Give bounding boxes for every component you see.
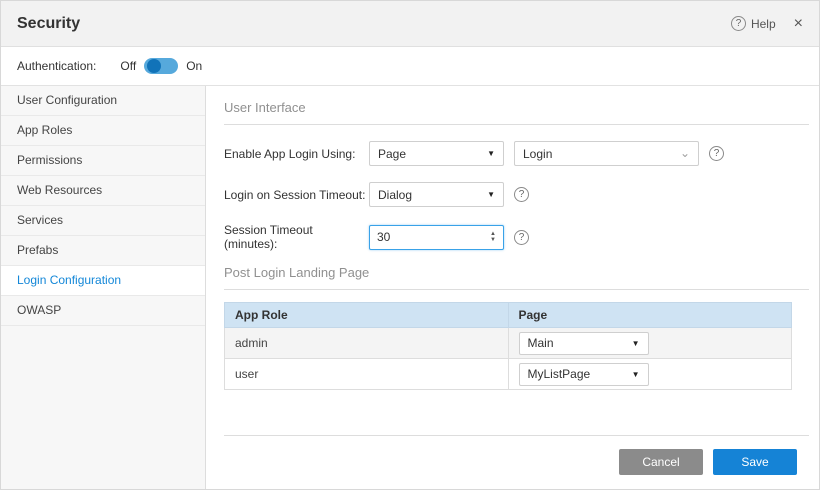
session-timeout-minutes-label: Session Timeout (minutes): (224, 223, 369, 251)
save-button[interactable]: Save (713, 449, 797, 475)
column-header-app-role: App Role (225, 303, 509, 328)
sidebar-item-login-configuration[interactable]: Login Configuration (1, 266, 205, 296)
admin-page-value: Main (528, 336, 554, 350)
sidebar-item-web-resources[interactable]: Web Resources (1, 176, 205, 206)
table-row: user MyListPage ▼ (225, 359, 792, 390)
footer-actions: Cancel Save (224, 435, 809, 475)
session-timeout-field-wrap: ▲ ▼ (369, 225, 504, 250)
enable-app-login-label: Enable App Login Using: (224, 147, 369, 161)
page-title: Security (17, 15, 80, 33)
sidebar-item-owasp[interactable]: OWASP (1, 296, 205, 326)
session-timeout-input[interactable] (377, 230, 473, 244)
sidebar-item-prefabs[interactable]: Prefabs (1, 236, 205, 266)
admin-page-select[interactable]: Main ▼ (519, 332, 649, 355)
dropdown-arrow-icon: ▼ (624, 339, 640, 348)
toggle-off-label: Off (120, 59, 136, 73)
dropdown-arrow-icon: ▼ (479, 149, 495, 158)
page-cell: MyListPage ▼ (508, 359, 792, 390)
help-link[interactable]: Help (751, 17, 776, 31)
main-panel: User Interface Enable App Login Using: P… (206, 86, 819, 489)
sidebar-item-services[interactable]: Services (1, 206, 205, 236)
section-title-post-login: Post Login Landing Page (224, 265, 809, 290)
content-area: User Configuration App Roles Permissions… (1, 86, 819, 489)
column-header-page: Page (508, 303, 792, 328)
stepper-down-icon[interactable]: ▼ (490, 237, 496, 243)
close-icon[interactable]: × (794, 16, 803, 32)
dropdown-arrow-icon: ▼ (479, 190, 495, 199)
login-session-timeout-row: Login on Session Timeout: Dialog ▼ ? (224, 182, 809, 207)
user-page-value: MyListPage (528, 367, 591, 381)
enable-app-login-row: Enable App Login Using: Page ▼ Login ⌄ ? (224, 141, 809, 166)
authentication-label: Authentication: (17, 59, 96, 73)
table-row: admin Main ▼ (225, 328, 792, 359)
chevron-down-icon: ⌄ (672, 150, 690, 157)
stepper-icon[interactable]: ▲ ▼ (490, 231, 496, 243)
session-timeout-type-value: Dialog (378, 188, 412, 202)
toggle-knob (147, 59, 161, 73)
app-login-target-value: Login (523, 147, 552, 161)
app-login-type-value: Page (378, 147, 406, 161)
authentication-row: Authentication: Off On (1, 47, 819, 86)
login-session-timeout-label: Login on Session Timeout: (224, 188, 369, 202)
user-page-select[interactable]: MyListPage ▼ (519, 363, 649, 386)
help-icon[interactable]: ? (514, 230, 529, 245)
sidebar-item-user-configuration[interactable]: User Configuration (1, 86, 205, 116)
toggle-on-label: On (186, 59, 202, 73)
app-login-type-select[interactable]: Page ▼ (369, 141, 504, 166)
help-icon[interactable]: ? (731, 16, 746, 31)
app-login-target-select[interactable]: Login ⌄ (514, 141, 699, 166)
table-header-row: App Role Page (225, 303, 792, 328)
security-settings-window: Security ? Help × Authentication: Off On… (0, 0, 820, 490)
page-cell: Main ▼ (508, 328, 792, 359)
session-timeout-minutes-row: Session Timeout (minutes): ▲ ▼ ? (224, 223, 809, 251)
sidebar-item-app-roles[interactable]: App Roles (1, 116, 205, 146)
app-role-cell: admin (225, 328, 509, 359)
help-icon[interactable]: ? (709, 146, 724, 161)
authentication-toggle[interactable] (144, 58, 178, 74)
post-login-landing-table: App Role Page admin Main ▼ (224, 302, 792, 390)
session-timeout-type-select[interactable]: Dialog ▼ (369, 182, 504, 207)
dropdown-arrow-icon: ▼ (624, 370, 640, 379)
section-title-user-interface: User Interface (224, 100, 809, 125)
header-actions: ? Help × (731, 16, 803, 32)
header: Security ? Help × (1, 1, 819, 47)
app-role-cell: user (225, 359, 509, 390)
sidebar: User Configuration App Roles Permissions… (1, 86, 206, 489)
cancel-button[interactable]: Cancel (619, 449, 703, 475)
sidebar-item-permissions[interactable]: Permissions (1, 146, 205, 176)
help-icon[interactable]: ? (514, 187, 529, 202)
